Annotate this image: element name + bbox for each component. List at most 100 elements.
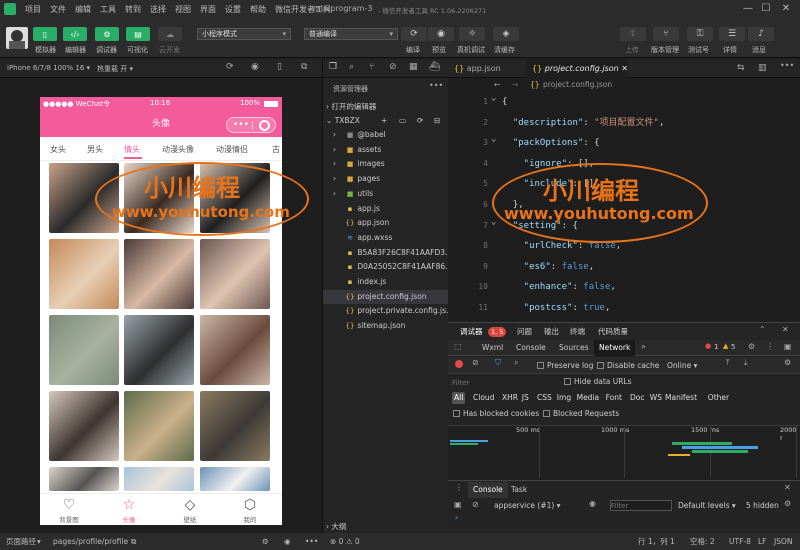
tree-item[interactable]: › ■ pages — [323, 172, 449, 186]
levels-select[interactable]: Default levels ▾ — [678, 498, 736, 514]
tab-sources[interactable]: Sources — [559, 340, 589, 356]
sidebar-toggle-icon[interactable]: ▣ — [454, 500, 462, 509]
tab-ancient[interactable]: 古 — [272, 144, 280, 155]
tree-item[interactable]: › ■ images — [323, 157, 449, 171]
code-line[interactable]: 9 "es6": false, — [448, 257, 800, 277]
context-select[interactable]: appservice (#1) ▾ — [494, 498, 560, 514]
record-icon[interactable]: ◉ — [251, 62, 259, 72]
type-filter-doc[interactable]: Doc — [628, 392, 647, 404]
close-panel-icon[interactable]: ✕ — [782, 325, 789, 334]
back-icon[interactable]: ← — [494, 78, 500, 92]
menu-item[interactable]: 界面 — [200, 4, 216, 15]
phone-icon[interactable]: ▯ — [277, 62, 282, 72]
page-path[interactable]: pages/profile/profile — [53, 533, 128, 550]
tree-item[interactable]: ▪ B5A83F26C8F41AAFD3... — [323, 246, 449, 260]
console-filter-input[interactable] — [610, 500, 672, 511]
tab-wxml[interactable]: Wxml — [482, 340, 503, 356]
mode-select[interactable]: 小程序模式 — [197, 28, 291, 40]
tab-problems[interactable]: 问题 — [517, 324, 532, 340]
compare-icon[interactable]: ⇆ — [737, 63, 745, 73]
new-file-icon[interactable]: + — [381, 114, 387, 128]
avatar-photo[interactable] — [49, 391, 119, 461]
eye-icon[interactable]: ◉ — [589, 499, 596, 508]
settings-gear-icon[interactable]: ⚙ — [748, 342, 755, 351]
split-editor-icon[interactable]: ▥ — [758, 63, 767, 73]
clear-icon[interactable]: ⊘ — [472, 358, 479, 367]
dock-icon[interactable]: ▣ — [784, 342, 792, 351]
close-icon[interactable]: ✕ — [779, 3, 793, 15]
tree-item[interactable]: ▪ D0A25052C8F41AAF86... — [323, 260, 449, 274]
tabbar-mine[interactable]: ⬡ 我的 — [230, 496, 270, 524]
type-filter-ws[interactable]: WS — [648, 392, 664, 404]
cursor-position[interactable]: 行 1，列 1 — [638, 533, 675, 550]
type-filter-media[interactable]: Media — [575, 392, 602, 404]
blocked-cookies-checkbox[interactable]: Has blocked cookies — [453, 406, 539, 422]
avatar-photo[interactable] — [49, 467, 119, 491]
avatar-photo[interactable] — [124, 391, 194, 461]
tree-item[interactable]: ▪ app.js — [323, 202, 449, 216]
tree-item[interactable]: › ■ @babel — [323, 128, 449, 142]
tab-terminal[interactable]: 终端 — [570, 324, 585, 340]
code-line[interactable]: 2 "description": "项目配置文件", — [448, 113, 800, 133]
menu-item[interactable]: 编辑 — [75, 4, 91, 15]
visual-toggle-button[interactable]: ▤ — [126, 27, 150, 41]
type-filter-css[interactable]: CSS — [535, 392, 554, 404]
fold-chevron-icon[interactable]: ⌄ — [491, 92, 496, 108]
type-filter-cloud[interactable]: Cloud — [471, 392, 496, 404]
maximize-icon[interactable]: ☐ — [759, 3, 773, 15]
editor-more-icon[interactable]: ••• — [780, 61, 794, 70]
search-network-icon[interactable]: ⌕ — [514, 358, 518, 368]
disable-cache-checkbox[interactable]: Disable cache — [597, 358, 659, 374]
type-filter-xhr[interactable]: XHR — [500, 392, 520, 404]
download-har-icon[interactable]: ⤓ — [744, 358, 748, 368]
menu-item[interactable]: 选择 — [150, 4, 166, 15]
settings-icon[interactable]: ⚙ — [262, 533, 269, 550]
code-line[interactable]: 10 "enhance": false, — [448, 277, 800, 297]
tree-item[interactable]: {} sitemap.json — [323, 319, 449, 333]
outline-section[interactable]: › 大纲 — [323, 520, 449, 534]
compile-select[interactable]: 普通编译 — [304, 28, 398, 40]
tree-item[interactable]: › ■ assets — [323, 143, 449, 157]
collapse-icon[interactable]: ⊟ — [434, 114, 440, 128]
forward-icon[interactable]: → — [512, 78, 518, 92]
avatar-photo[interactable] — [124, 467, 194, 491]
throttle-select[interactable]: Online ▾ — [667, 358, 697, 374]
type-filter-manifest[interactable]: Manifest — [663, 392, 699, 404]
more-tabs-icon[interactable]: » — [641, 342, 646, 351]
details-button[interactable]: ☰ — [719, 27, 745, 41]
drawer-menu-icon[interactable]: ⋮ — [455, 483, 463, 492]
menu-item[interactable]: 转到 — [125, 4, 141, 15]
tab-console[interactable]: Console — [516, 340, 546, 356]
type-filter-all[interactable]: All — [452, 392, 466, 404]
menu-capsule[interactable]: ••• — [226, 117, 276, 133]
network-filter-input[interactable] — [452, 377, 552, 388]
tab-project-config[interactable]: {} project.config.json ✕ — [526, 59, 628, 78]
record-stop-icon[interactable] — [455, 360, 463, 368]
tab-male[interactable]: 男头 — [87, 144, 103, 155]
version-manage-button[interactable]: ⑂ — [653, 27, 679, 41]
avatar-photo[interactable] — [200, 467, 270, 491]
preview-eye-icon[interactable]: ◉ — [284, 533, 291, 550]
refresh-tree-icon[interactable]: ⟳ — [417, 114, 423, 128]
avatar-photo[interactable] — [49, 315, 119, 385]
refresh-icon[interactable]: ⟳ — [226, 62, 234, 72]
tab-app-json[interactable]: {} app.json — [448, 59, 526, 78]
tree-item[interactable]: ▪ index.js — [323, 275, 449, 289]
tab-output[interactable]: 输出 — [544, 324, 559, 340]
menu-item[interactable]: 视图 — [175, 4, 191, 15]
compile-button[interactable]: ⟳ — [401, 27, 427, 41]
tab-code-quality[interactable]: 代码质量 — [598, 324, 628, 340]
problems-count[interactable]: ⊗ 0 ⚠ 0 — [330, 533, 360, 550]
tree-item[interactable]: ≋ app.wxss — [323, 231, 449, 245]
filter-icon[interactable]: ⛉ — [495, 358, 501, 368]
language-mode[interactable]: JSON — [774, 533, 793, 550]
minimize-icon[interactable]: — — [741, 3, 755, 15]
tab-female[interactable]: 女头 — [50, 144, 66, 155]
type-filter-other[interactable]: Other — [706, 392, 731, 404]
more-dots-icon[interactable]: ••• — [233, 112, 249, 138]
extensions-icon[interactable]: ▦ — [409, 62, 418, 72]
hide-data-urls-checkbox[interactable]: Hide data URLs — [564, 374, 632, 390]
blocked-requests-checkbox[interactable]: Blocked Requests — [543, 406, 619, 422]
menu-item[interactable]: 帮助 — [250, 4, 266, 15]
debug-icon[interactable]: ⊘ — [389, 62, 397, 72]
